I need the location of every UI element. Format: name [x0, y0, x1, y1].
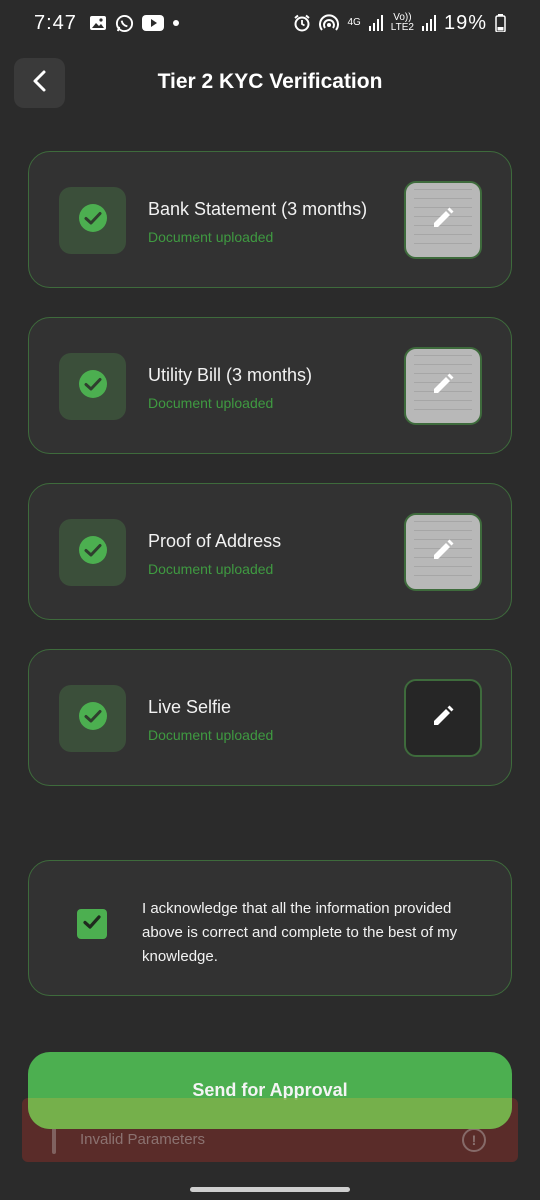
document-thumbnail-edit-button[interactable]: [404, 347, 482, 425]
document-thumbnail-edit-button[interactable]: [404, 181, 482, 259]
battery-icon: [495, 14, 506, 32]
status-time: 7:47: [34, 11, 77, 34]
pencil-icon: [431, 538, 455, 567]
network-4g-text: 4G: [347, 17, 361, 28]
signal-icon: [421, 15, 436, 31]
page-title: Tier 2 KYC Verification: [157, 70, 383, 93]
gallery-icon: [89, 14, 107, 32]
uploaded-status-box: [59, 187, 126, 254]
document-card-utility-bill: Utility Bill (3 months) Document uploade…: [28, 317, 512, 454]
acknowledgement-checkbox[interactable]: [77, 909, 107, 939]
pencil-icon: [431, 372, 455, 401]
status-bar: 7:47 4G Vo)) LTE2 19%: [0, 0, 540, 46]
home-indicator[interactable]: [190, 1187, 350, 1192]
document-title: Live Selfie: [148, 697, 232, 717]
status-left: 7:47: [34, 12, 180, 35]
youtube-icon: [141, 15, 164, 31]
document-title: Bank Statement (3 months): [148, 199, 368, 219]
document-card-proof-of-address: Proof of Address Document uploaded: [28, 483, 512, 620]
volte-bottom-text: LTE2: [390, 22, 414, 33]
document-thumbnail-edit-button[interactable]: [404, 513, 482, 591]
uploaded-status-box: [59, 519, 126, 586]
document-card-bank-statement: Bank Statement (3 months) Document uploa…: [28, 151, 512, 288]
whatsapp-icon: [115, 14, 134, 33]
checkmark-icon: [81, 911, 103, 938]
document-title: Proof of Address: [148, 531, 282, 551]
alarm-icon: [293, 14, 311, 32]
check-circle-icon: [78, 369, 108, 404]
document-status: Document uploaded: [148, 395, 274, 411]
document-status: Document uploaded: [148, 229, 274, 245]
check-circle-icon: [78, 203, 108, 238]
document-title: Utility Bill (3 months): [148, 365, 313, 385]
document-status: Document uploaded: [148, 561, 274, 577]
volte-label: Vo)) LTE2: [391, 13, 414, 33]
toast-message: Invalid Parameters: [80, 1131, 206, 1148]
acknowledgement-text: I acknowledge that all the information p…: [142, 900, 458, 965]
alert-circle-icon: !: [462, 1128, 486, 1152]
network-4g-label: 4G: [347, 18, 360, 28]
hotspot-icon: [319, 14, 340, 32]
dot-icon: [172, 19, 180, 27]
pencil-icon: [431, 206, 455, 235]
header: Tier 2 KYC Verification: [0, 58, 540, 108]
signal-icon: [368, 15, 383, 31]
document-thumbnail-edit-button[interactable]: [404, 679, 482, 757]
acknowledgement-card: I acknowledge that all the information p…: [28, 860, 512, 996]
check-circle-icon: [78, 701, 108, 736]
uploaded-status-box: [59, 353, 126, 420]
document-card-live-selfie: Live Selfie Document uploaded: [28, 649, 512, 786]
document-status: Document uploaded: [148, 727, 274, 743]
check-circle-icon: [78, 535, 108, 570]
toast-overlap-shade: [28, 1098, 512, 1129]
status-right: 4G Vo)) LTE2 19%: [293, 12, 506, 35]
uploaded-status-box: [59, 685, 126, 752]
alert-symbol: !: [471, 1132, 477, 1148]
battery-percent: 19%: [443, 11, 487, 34]
pencil-icon: [431, 704, 455, 733]
